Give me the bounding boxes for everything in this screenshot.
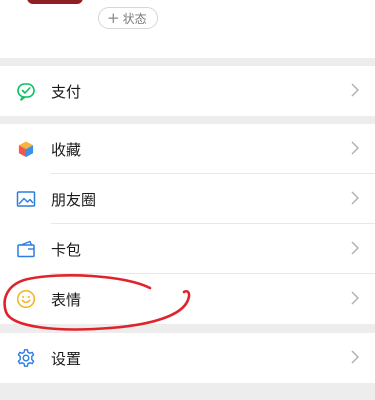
status-label: 状态 [122,11,147,26]
menu-item-label: 朋友圈 [51,190,97,209]
menu-item-label: 表情 [51,290,82,309]
picture-icon [16,189,36,209]
wechat-pay-icon [16,81,36,101]
menu-item-cards[interactable]: 卡包 [0,224,375,274]
chevron-right-icon [351,291,359,305]
menu-item-label: 收藏 [51,140,82,159]
gear-icon [16,348,36,368]
smiley-icon [16,289,36,309]
menu-item-label: 设置 [51,349,82,368]
add-status-button[interactable]: + 状态 [98,7,158,29]
profile-header: + 状态 [0,0,375,58]
chevron-right-icon [351,191,359,205]
chevron-right-icon [351,83,359,97]
chevron-right-icon [351,350,359,364]
menu-group-settings: 设置 [0,333,375,383]
menu-group-pay: 支付 [0,66,375,116]
menu-item-label: 卡包 [51,240,82,259]
menu-item-label: 支付 [51,82,82,101]
menu-item-stickers[interactable]: 表情 [0,274,375,324]
menu-item-pay[interactable]: 支付 [0,66,375,116]
menu-item-favorites[interactable]: 收藏 [0,124,375,174]
menu-group-main: 收藏 朋友圈 卡包 表情 [0,124,375,324]
menu-item-moments[interactable]: 朋友圈 [0,174,375,224]
card-wallet-icon [16,239,36,259]
plus-icon: + [107,8,120,27]
chevron-right-icon [351,141,359,155]
chevron-right-icon [351,241,359,255]
menu-item-settings[interactable]: 设置 [0,333,375,383]
avatar[interactable] [27,0,83,4]
favorites-cube-icon [16,139,36,159]
